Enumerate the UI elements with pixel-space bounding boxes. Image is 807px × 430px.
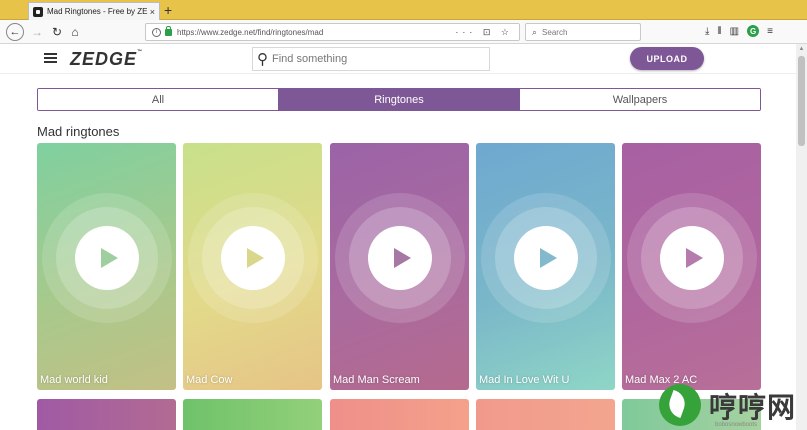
library-icon[interactable]: ⫴ [717,26,721,37]
play-button[interactable] [74,226,139,290]
leaf-logo-icon [659,384,701,426]
page-actions-icons[interactable]: ··· ⊡ ☆ [455,27,513,38]
tab-ringtones[interactable]: Ringtones [279,89,520,110]
ringtone-card[interactable]: Mad In Love Wit U [476,143,615,390]
extension-icon[interactable]: G [747,25,760,37]
hamburger-menu-icon[interactable] [44,53,57,63]
logo-trademark: ™ [137,49,144,55]
ringtone-card[interactable]: Mad world kid [37,143,176,390]
play-ring-inner [55,207,158,309]
ringtone-card-partial[interactable] [183,399,322,430]
watermark-text: 哼哼网 [709,391,797,424]
search-icon: ⚲ [257,50,268,68]
play-ring [187,193,318,323]
browser-navbar: ← → ↻ ⌂ i https://www.zedge.net/find/rin… [0,20,807,44]
ringtone-card-partial[interactable] [476,399,615,430]
new-tab-button[interactable]: + [164,1,172,19]
zedge-favicon-icon [33,6,43,17]
tab-all[interactable]: All [38,89,279,110]
ringtone-name[interactable]: Mad In Love Wit U [479,374,569,386]
menu-icon[interactable]: ≡ [767,26,773,37]
toolbar-icons: ⤓ ⫴ ▥ G ≡ [705,25,773,37]
play-button[interactable] [220,226,285,290]
page-scrollbar[interactable]: ▲ [796,44,807,430]
browser-titlebar: Mad Ringtones - Free by ZEDGE × + [0,0,807,20]
tab-title: Mad Ringtones - Free by ZEDGE [47,7,148,16]
ringtone-card[interactable]: Mad Max 2 AC [622,143,761,390]
play-icon [100,248,118,268]
ringtone-grid: Mad world kid Mad Cow Mad Man Scream Mad… [37,143,761,430]
browser-search-box[interactable]: ⌕ Search [525,23,641,41]
scroll-up-icon[interactable]: ▲ [796,44,807,55]
home-button[interactable]: ⌂ [66,23,84,41]
search-icon: ⌕ [532,26,538,37]
browser-search-placeholder: Search [542,27,568,37]
play-ring [41,193,172,323]
sidebar-icon[interactable]: ▥ [730,26,739,37]
play-icon [393,248,411,268]
ringtone-name[interactable]: Mad Cow [186,374,232,386]
play-icon [685,248,703,268]
site-search-box[interactable]: ⚲ [252,47,490,71]
ringtone-card[interactable]: Mad Cow [183,143,322,390]
section-title: Mad ringtones [37,124,120,139]
play-ring-inner [494,207,597,309]
ringtone-card-partial[interactable] [37,399,176,430]
download-icon[interactable]: ⤓ [705,26,709,37]
scroll-thumb[interactable] [798,56,805,146]
site-header: ZEDGE™ ⚲ UPLOAD [0,44,796,74]
play-button[interactable] [659,226,724,290]
tab-wallpapers[interactable]: Wallpapers [520,89,760,110]
play-icon [539,248,557,268]
watermark-subtext: bobosnowboots [715,422,758,428]
zedge-logo[interactable]: ZEDGE™ [70,49,143,70]
play-button[interactable] [513,226,578,290]
play-ring [334,193,465,323]
lock-icon [165,25,172,36]
ringtone-card[interactable]: Mad Man Scream [330,143,469,390]
address-bar[interactable]: i https://www.zedge.net/find/ringtones/m… [145,23,520,41]
ringtone-name[interactable]: Mad world kid [40,374,108,386]
browser-tab[interactable]: Mad Ringtones - Free by ZEDGE × [28,2,160,20]
url-text[interactable]: https://www.zedge.net/find/ringtones/mad [177,28,455,37]
watermark: 哼哼网 bobosnowboots [655,380,805,430]
upload-button[interactable]: UPLOAD [630,47,704,70]
play-ring-inner [348,207,451,309]
play-ring [626,193,757,323]
ringtone-name[interactable]: Mad Man Scream [333,374,420,386]
play-icon [246,248,264,268]
logo-text: ZEDGE [70,49,138,69]
category-tabs: All Ringtones Wallpapers [37,88,761,111]
tab-close-icon[interactable]: × [150,7,155,17]
ringtone-card-partial[interactable] [330,399,469,430]
back-button[interactable]: ← [6,23,24,41]
play-ring-inner [201,207,304,309]
info-icon[interactable]: i [152,27,161,37]
play-button[interactable] [367,226,432,290]
play-ring-inner [640,207,743,309]
reload-button[interactable]: ↻ [48,23,66,41]
forward-button[interactable]: → [28,23,46,41]
search-input[interactable] [272,53,472,65]
play-ring [480,193,611,323]
